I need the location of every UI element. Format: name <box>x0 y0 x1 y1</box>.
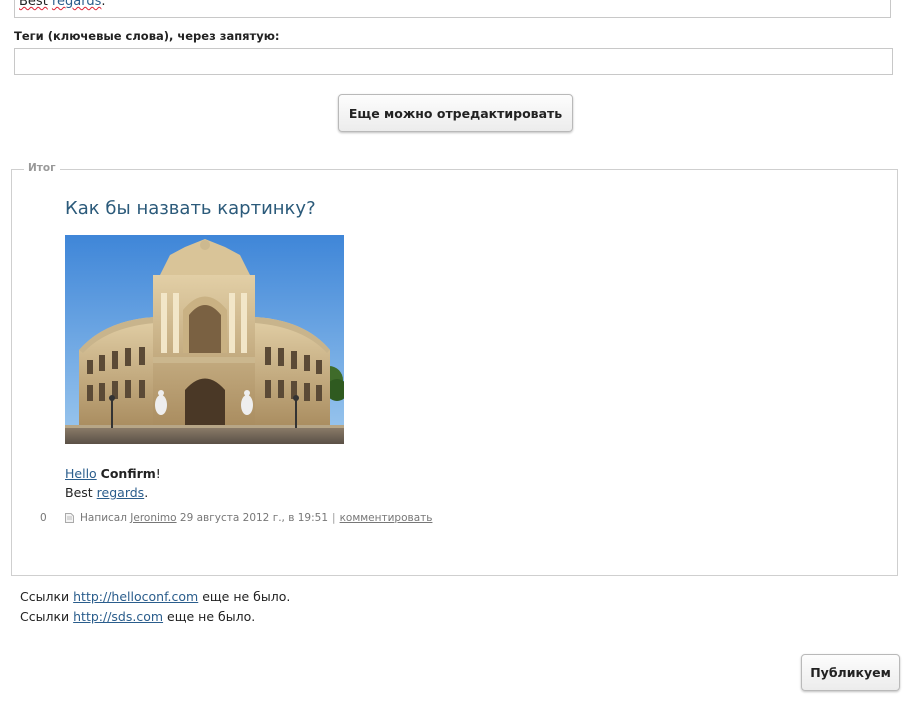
tags-input[interactable] <box>14 48 893 75</box>
message-textarea[interactable]: Best regards. <box>14 0 891 18</box>
message-preview-text: Best regards. <box>19 0 106 9</box>
hello-link[interactable]: Hello <box>65 466 97 481</box>
post-body-line-2: Best regards. <box>65 485 149 500</box>
post-title: Как бы назвать картинку? <box>65 198 316 219</box>
author-link[interactable]: Jeronimo <box>130 512 176 524</box>
post-meta: 0 Написал Jeronimo 29 августа 2012 г., в… <box>40 512 432 524</box>
link-notice-2: Ссылки http://sds.com еще не было. <box>20 609 256 624</box>
meta-separator: | <box>332 512 336 524</box>
tags-label: Теги (ключевые слова), через запятую: <box>14 29 280 43</box>
result-legend: Итог <box>24 162 60 174</box>
post-image <box>65 235 344 444</box>
written-by-label: Написал <box>80 512 127 524</box>
document-icon <box>65 513 74 523</box>
publish-button[interactable]: Публикуем <box>801 654 900 691</box>
post-date: 29 августа 2012 г., в 19:51 <box>179 512 329 524</box>
helloconf-link[interactable]: http://helloconf.com <box>73 589 198 604</box>
post-body-line-1: Hello Confirm! <box>65 466 161 481</box>
comment-link[interactable]: комментировать <box>340 512 433 524</box>
regards-link-in-editor: regards <box>51 0 102 9</box>
edit-button[interactable]: Еще можно отредактировать <box>338 94 573 132</box>
regards-link[interactable]: regards <box>97 485 145 500</box>
comment-count: 0 <box>40 512 47 524</box>
sds-link[interactable]: http://sds.com <box>73 609 163 624</box>
link-notice-1: Ссылки http://helloconf.com еще не было. <box>20 589 291 604</box>
confirm-bold-text: Confirm <box>100 466 156 481</box>
